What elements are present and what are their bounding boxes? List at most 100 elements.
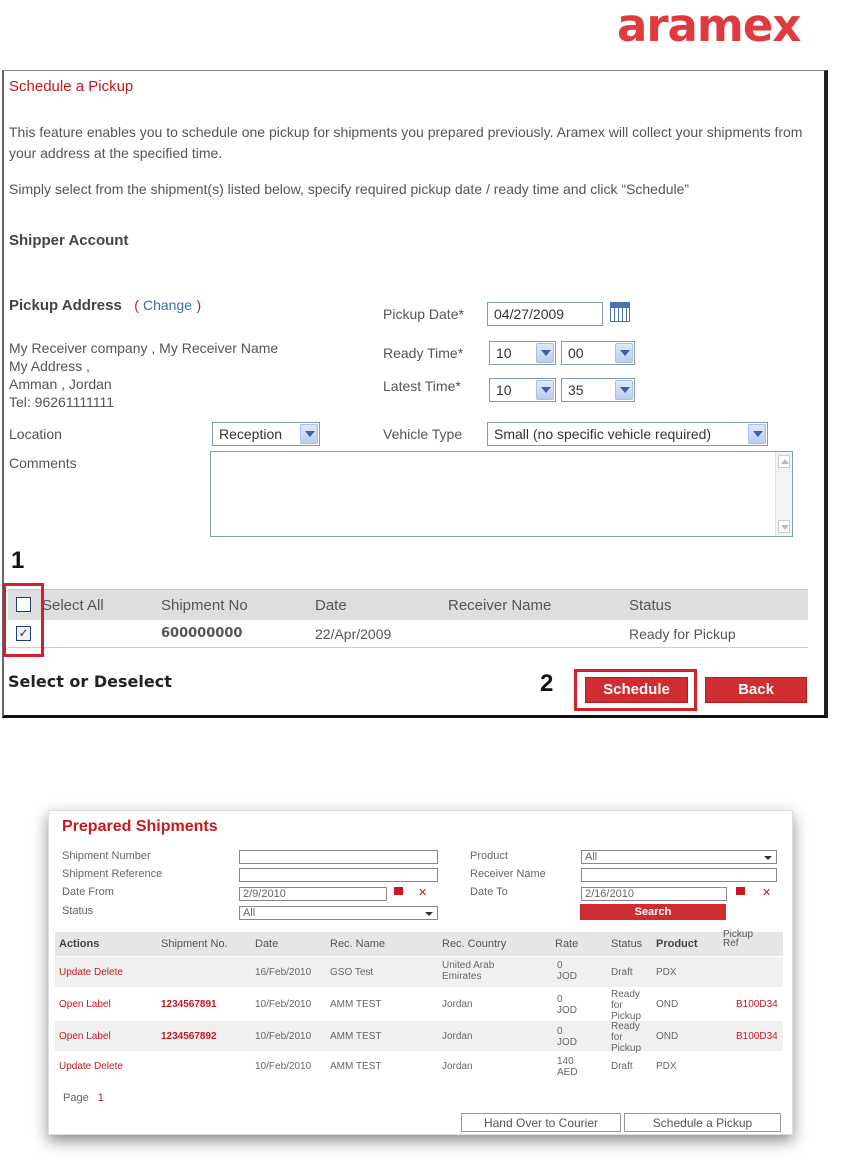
- schedule-a-pickup-button[interactable]: Schedule a Pickup: [624, 1113, 781, 1132]
- hand-over-to-courier-button[interactable]: Hand Over to Courier: [461, 1113, 621, 1132]
- shipment-number-input[interactable]: [239, 850, 438, 864]
- shipment-reference-input[interactable]: [239, 868, 438, 882]
- pickup-address-heading: Pickup Address (Change ): [9, 297, 201, 315]
- vehicle-type-label: Vehicle Type: [383, 426, 463, 442]
- row-rec-name: AMM TEST: [330, 1031, 382, 1042]
- step-2-marker: 2: [540, 670, 554, 697]
- row-pickup-ref[interactable]: B100D34: [736, 999, 778, 1010]
- page-label: Page: [63, 1092, 89, 1104]
- header-shipment-no: Shipment No: [161, 597, 248, 614]
- date-from-label: Date From: [62, 886, 114, 898]
- chevron-down-icon[interactable]: [536, 380, 554, 400]
- chevron-down-icon[interactable]: [536, 343, 554, 363]
- row-status: Draft: [611, 967, 633, 978]
- th-status: Status: [611, 938, 643, 950]
- schedule-button[interactable]: Schedule: [585, 677, 688, 703]
- row-actions[interactable]: Update Delete: [59, 1061, 123, 1072]
- shipper-account-label: Shipper Account: [9, 232, 129, 249]
- clear-date-icon[interactable]: ✕: [418, 886, 427, 899]
- status-value: All: [243, 907, 256, 919]
- row-product: PDX: [656, 967, 677, 978]
- row-country: United Arab Emirates: [442, 960, 495, 982]
- scroll-down-icon[interactable]: [778, 520, 790, 533]
- latest-time-label: Latest Time*: [383, 378, 461, 394]
- calendar-icon[interactable]: [394, 887, 403, 895]
- pickup-date-label: Pickup Date*: [383, 306, 464, 322]
- latest-hour-value: 10: [496, 382, 512, 398]
- row-shipment-no: 600000000: [161, 626, 243, 641]
- pickup-address-label: Pickup Address: [9, 297, 122, 314]
- ready-hour-select[interactable]: 10: [489, 341, 556, 365]
- chevron-down-icon[interactable]: [615, 380, 633, 400]
- prepared-table-header: Actions Shipment No. Date Rec. Name Rec.…: [55, 929, 783, 956]
- step-1-highlight: [3, 583, 44, 657]
- pickup-date-input[interactable]: 04/27/2009: [487, 302, 603, 326]
- ready-minute-select[interactable]: 00: [561, 341, 635, 365]
- row-shipment-no: 1234567892: [161, 1031, 217, 1042]
- status-select[interactable]: All: [239, 906, 438, 920]
- row-date: 10/Feb/2010: [255, 1031, 312, 1042]
- back-button[interactable]: Back: [705, 677, 807, 703]
- chevron-down-icon[interactable]: [300, 424, 318, 444]
- shipments-grid-header: Select All Shipment No Date Receiver Nam…: [8, 589, 808, 620]
- latest-minute-select[interactable]: 35: [561, 378, 635, 402]
- product-label: Product: [470, 850, 508, 862]
- table-row: Update Delete 16/Feb/2010 GSO Test Unite…: [55, 957, 783, 987]
- row-status: Ready for Pickup: [611, 1021, 642, 1054]
- scroll-up-icon[interactable]: [778, 455, 790, 468]
- product-select[interactable]: All: [581, 850, 777, 864]
- calendar-icon[interactable]: [736, 887, 745, 895]
- page-title: Schedule a Pickup: [9, 78, 134, 95]
- chevron-down-icon[interactable]: [748, 424, 766, 444]
- date-to-input[interactable]: 2/16/2010: [581, 887, 727, 901]
- date-from-input[interactable]: 2/9/2010: [239, 887, 387, 901]
- row-actions[interactable]: Update Delete: [59, 967, 123, 978]
- page-number[interactable]: 1: [98, 1092, 104, 1104]
- vehicle-type-select[interactable]: Small (no specific vehicle required): [487, 422, 768, 446]
- clear-date-icon[interactable]: ✕: [762, 886, 771, 899]
- row-shipment-no: 1234567891: [161, 999, 217, 1010]
- row-date: 10/Feb/2010: [255, 1061, 312, 1072]
- location-label: Location: [9, 426, 62, 442]
- row-product: PDX: [656, 1061, 677, 1072]
- row-rate: 0 JOD: [557, 1026, 577, 1048]
- change-address-link[interactable]: Change: [143, 297, 192, 313]
- row-rec-name: AMM TEST: [330, 1061, 382, 1072]
- location-select[interactable]: Reception: [212, 422, 320, 446]
- calendar-icon[interactable]: [610, 302, 630, 322]
- shipment-number-label: Shipment Number: [62, 850, 151, 862]
- address-line: My Address ,: [9, 358, 90, 374]
- select-all-label[interactable]: Select All: [42, 597, 104, 614]
- th-rec-name: Rec. Name: [330, 938, 386, 950]
- receiver-name-input[interactable]: [581, 868, 777, 882]
- th-product: Product: [656, 938, 698, 950]
- chevron-down-icon[interactable]: [615, 343, 633, 363]
- vehicle-type-value: Small (no specific vehicle required): [494, 426, 712, 442]
- row-country: Jordan: [442, 1061, 473, 1072]
- row-actions[interactable]: Open Label: [59, 999, 111, 1010]
- address-line: Amman , Jordan: [9, 376, 112, 392]
- comments-label: Comments: [9, 455, 77, 471]
- row-actions[interactable]: Open Label: [59, 1031, 111, 1042]
- th-rate: Rate: [555, 938, 579, 950]
- row-product: OND: [656, 999, 679, 1010]
- shipment-reference-label: Shipment Reference: [62, 868, 163, 880]
- th-pickup-ref: Pickup Ref: [723, 929, 754, 949]
- change-open-paren: (: [134, 297, 139, 313]
- table-row: Open Label 1234567891 10/Feb/2010 AMM TE…: [55, 989, 783, 1022]
- row-rec-name: GSO Test: [330, 967, 374, 978]
- date-to-label: Date To: [470, 886, 508, 898]
- search-button[interactable]: Search: [580, 904, 726, 920]
- change-close-paren: ): [196, 297, 202, 313]
- th-actions: Actions: [59, 938, 100, 950]
- latest-hour-select[interactable]: 10: [489, 378, 556, 402]
- address-line: Tel: 96261111111: [9, 394, 115, 410]
- ready-time-label: Ready Time*: [383, 345, 464, 361]
- row-pickup-ref[interactable]: B100D34: [736, 1031, 778, 1042]
- row-status: Ready for Pickup: [629, 626, 736, 642]
- th-rec-country: Rec. Country: [442, 938, 507, 950]
- scrollbar[interactable]: [775, 452, 792, 536]
- table-row[interactable]: 600000000 22/Apr/2009 Ready for Pickup: [8, 620, 808, 648]
- ready-minute-value: 00: [568, 345, 584, 361]
- comments-textarea[interactable]: [210, 451, 793, 537]
